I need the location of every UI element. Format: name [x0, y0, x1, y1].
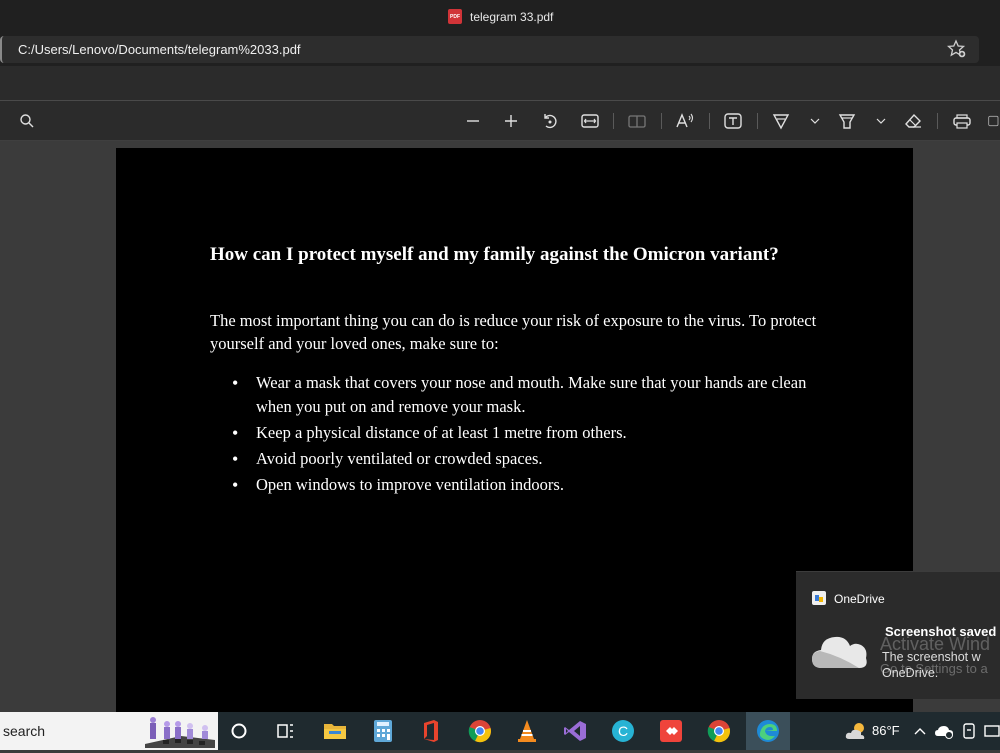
- rotate-icon[interactable]: [540, 111, 560, 131]
- anydesk-icon[interactable]: [656, 716, 686, 746]
- erase-icon[interactable]: [903, 111, 923, 131]
- chess-pieces-icon: [143, 714, 215, 748]
- read-aloud-icon[interactable]: [675, 111, 695, 131]
- toast-app-name: OneDrive: [834, 592, 885, 606]
- tab-strip-area: [0, 66, 1000, 100]
- zoom-out-icon[interactable]: [463, 111, 483, 131]
- toolbar-separator: [757, 113, 758, 129]
- task-view-icon[interactable]: [271, 716, 301, 746]
- onedrive-app-icon: [812, 591, 826, 605]
- fit-width-icon[interactable]: [580, 111, 600, 131]
- pdf-file-icon: PDF: [448, 9, 462, 24]
- meet-now-icon[interactable]: [958, 716, 980, 746]
- cloud-icon: [810, 630, 870, 670]
- taskbar-search-box[interactable]: search: [0, 712, 218, 750]
- address-field[interactable]: C:/Users/Lenovo/Documents/telegram%2033.…: [0, 36, 979, 63]
- list-item: Avoid poorly ventilated or crowded space…: [232, 447, 816, 471]
- toolbar-separator: [613, 113, 614, 129]
- list-item: Keep a physical distance of at least 1 m…: [232, 421, 816, 445]
- list-item: Wear a mask that covers your nose and mo…: [232, 371, 816, 419]
- edge-icon[interactable]: [746, 712, 790, 750]
- chrome-icon[interactable]: [465, 716, 495, 746]
- title-bar: PDF telegram 33.pdf: [0, 0, 1000, 33]
- chrome-icon[interactable]: [704, 716, 734, 746]
- weather-temperature[interactable]: 86°F: [872, 723, 900, 738]
- address-url[interactable]: C:/Users/Lenovo/Documents/telegram%2033.…: [18, 42, 301, 57]
- chevron-up-icon[interactable]: [910, 716, 930, 746]
- onedrive-notification[interactable]: OneDrive Screenshot saved Activate Wind …: [796, 571, 1000, 699]
- pdf-toolbar: [0, 100, 1000, 141]
- document-bullet-list: Wear a mask that covers your nose and mo…: [232, 371, 816, 499]
- toolbar-separator: [937, 113, 938, 129]
- visual-studio-icon[interactable]: [560, 716, 590, 746]
- canva-icon[interactable]: C: [608, 716, 638, 746]
- calculator-icon[interactable]: [368, 716, 398, 746]
- list-item: Open windows to improve ventilation indo…: [232, 473, 816, 497]
- draw-icon[interactable]: [771, 111, 791, 131]
- office-icon[interactable]: [416, 716, 446, 746]
- print-icon[interactable]: [952, 111, 972, 131]
- chevron-down-icon[interactable]: [871, 111, 891, 131]
- taskbar: search C 86°F: [0, 712, 1000, 750]
- network-icon[interactable]: [984, 716, 1000, 746]
- pdf-page[interactable]: How can I protect myself and my family a…: [116, 148, 913, 712]
- zoom-in-icon[interactable]: [501, 111, 521, 131]
- highlight-icon[interactable]: [837, 111, 857, 131]
- search-icon[interactable]: [17, 111, 37, 131]
- toolbar-separator: [709, 113, 710, 129]
- add-favorite-icon[interactable]: [946, 39, 967, 59]
- activation-watermark: Go to Settings to a: [880, 661, 988, 676]
- page-view-icon[interactable]: [627, 111, 647, 131]
- address-bar: C:/Users/Lenovo/Documents/telegram%2033.…: [0, 33, 1000, 66]
- save-icon[interactable]: [988, 111, 1000, 131]
- search-placeholder[interactable]: search: [3, 723, 45, 739]
- document-heading: How can I protect myself and my family a…: [210, 244, 779, 265]
- chevron-down-icon[interactable]: [805, 111, 825, 131]
- cortana-icon[interactable]: [224, 716, 254, 746]
- weather-icon: [842, 716, 872, 746]
- toolbar-separator: [661, 113, 662, 129]
- svg-text:C: C: [618, 723, 628, 739]
- window-title-group: PDF telegram 33.pdf: [448, 9, 553, 24]
- vlc-icon[interactable]: [512, 716, 542, 746]
- text-icon[interactable]: [723, 111, 743, 131]
- document-paragraph: The most important thing you can do is r…: [210, 311, 817, 353]
- file-explorer-icon[interactable]: [320, 716, 350, 746]
- window-title: telegram 33.pdf: [470, 9, 554, 24]
- onedrive-sync-icon[interactable]: [932, 716, 956, 746]
